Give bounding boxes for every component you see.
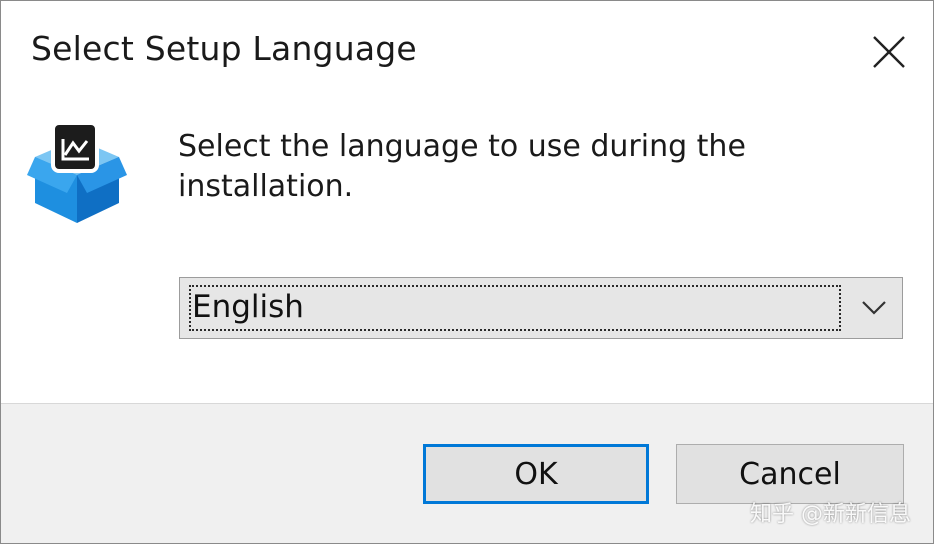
dialog-title: Select Setup Language (31, 29, 417, 68)
close-icon (873, 36, 905, 68)
setup-package-icon (27, 119, 127, 229)
setup-language-dialog: Select Setup Language Select the languag… (0, 0, 934, 544)
language-select[interactable]: English (179, 277, 903, 339)
close-button[interactable] (859, 23, 919, 81)
button-bar: OK Cancel 知乎 @新新信息 (1, 403, 933, 543)
watermark: 知乎 @新新信息 (750, 502, 911, 527)
ok-button[interactable]: OK (423, 444, 649, 504)
cancel-button[interactable]: Cancel (676, 444, 904, 504)
chevron-down-icon[interactable] (860, 297, 888, 319)
selected-language: English (192, 289, 304, 325)
language-prompt: Select the language to use during the in… (178, 129, 746, 204)
